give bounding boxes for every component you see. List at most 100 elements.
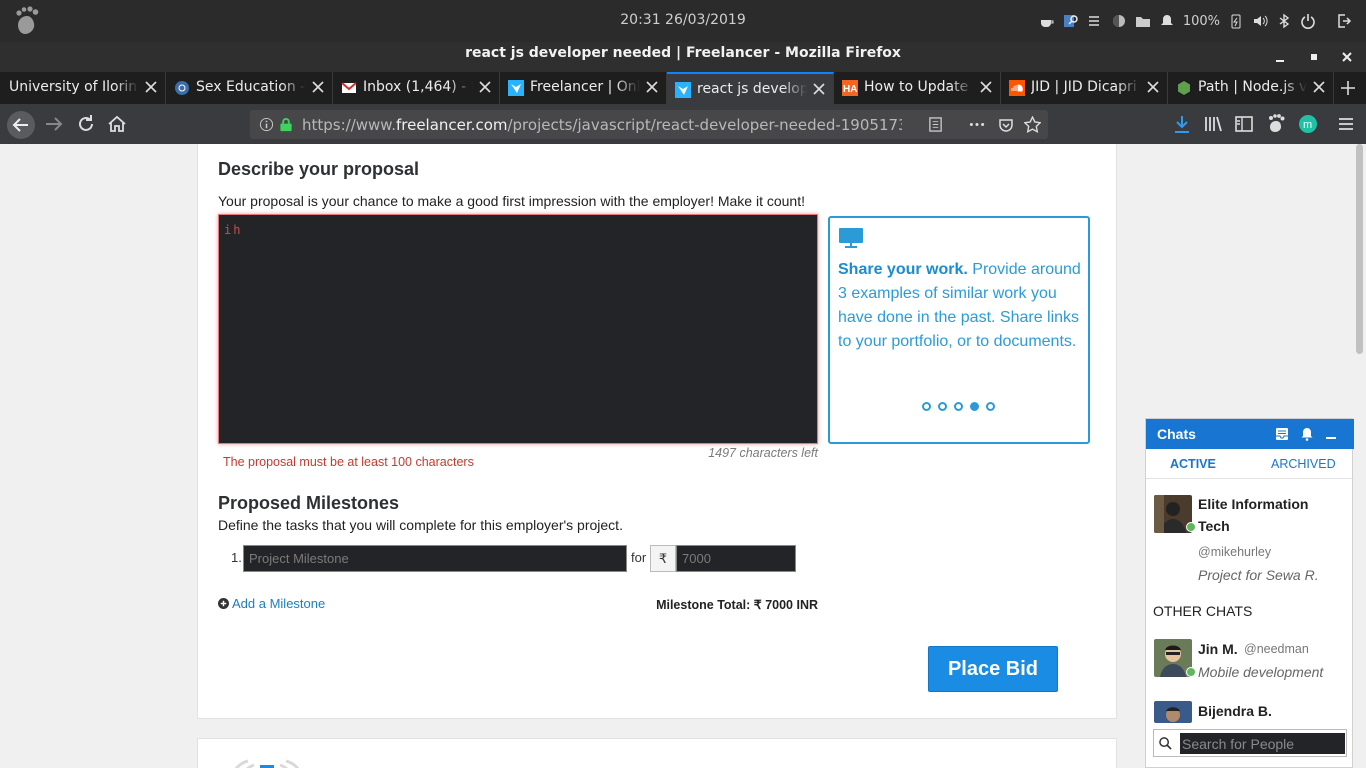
- battery-percentage[interactable]: 100%: [1183, 14, 1220, 29]
- minimize-chat-icon[interactable]: [1324, 427, 1338, 441]
- url-bar[interactable]: https://www.freelancer.com/projects/java…: [250, 110, 1048, 139]
- power-icon[interactable]: [1300, 13, 1316, 29]
- url-text[interactable]: https://www.freelancer.com/projects/java…: [302, 116, 902, 134]
- tab-how-to-update[interactable]: HA How to Update t: [834, 72, 1001, 104]
- milestone-total: Milestone Total: ₹ 7000 INR: [656, 598, 818, 612]
- carousel-dot[interactable]: [938, 402, 947, 411]
- tab-label: Path | Node.js v: [1198, 79, 1307, 95]
- minimize-icon[interactable]: [1273, 50, 1287, 64]
- monitor-icon: [839, 228, 863, 248]
- downloads-icon[interactable]: [1170, 112, 1194, 136]
- mendeley-extension-icon[interactable]: m: [1296, 112, 1320, 136]
- page-scrollbar[interactable]: [1353, 144, 1366, 768]
- tab-jid-dicaprio[interactable]: JID | JID Dicapri: [1001, 72, 1168, 104]
- chat-contact-name: Jin M.: [1198, 641, 1238, 657]
- scrollbar-thumb[interactable]: [1356, 144, 1363, 354]
- sidebar-icon[interactable]: [1232, 112, 1256, 136]
- tab-label: JID | JID Dicapri: [1031, 79, 1141, 95]
- chat-title: Chats: [1157, 426, 1196, 442]
- tab-label: How to Update t: [864, 79, 974, 95]
- proposal-subtext: Your proposal is your chance to make a g…: [218, 193, 805, 209]
- tip-title: Share your work.: [838, 261, 968, 278]
- tab-react-js-developer[interactable]: react js develop: [667, 72, 834, 104]
- back-icon[interactable]: [6, 110, 36, 140]
- tab-freelancer-online[interactable]: Freelancer | Onl: [500, 72, 667, 104]
- window-title: react js developer needed | Freelancer -…: [465, 45, 901, 61]
- search-people-input[interactable]: [1180, 733, 1345, 754]
- milestone-description-input[interactable]: [243, 545, 627, 572]
- tab-label: Inbox (1,464) - t: [363, 79, 473, 95]
- tab-university-of-ilorin[interactable]: University of Ilorin: [0, 72, 166, 104]
- battery-icon[interactable]: [1228, 13, 1244, 29]
- proposal-textarea[interactable]: ih: [218, 214, 818, 444]
- tab-path-nodejs[interactable]: Path | Node.js v: [1168, 72, 1334, 104]
- chat-tabs: ACTIVE ARCHIVED: [1146, 449, 1354, 479]
- milestones-subtext: Define the tasks that you will complete …: [218, 517, 623, 533]
- inbox-icon[interactable]: [1275, 427, 1289, 441]
- url-path: /projects/javascript/react-developer-nee…: [507, 116, 902, 134]
- volume-icon[interactable]: [1252, 13, 1268, 29]
- milestone-for-label: for: [631, 550, 647, 565]
- tab-close-icon[interactable]: [1313, 81, 1325, 93]
- window-title-bar: react js developer needed | Freelancer -…: [0, 42, 1366, 72]
- other-chats-heading: OTHER CHATS: [1153, 603, 1253, 619]
- svg-text:HA: HA: [843, 84, 857, 95]
- night-light-icon[interactable]: [1111, 13, 1127, 29]
- chat-header[interactable]: Chats: [1146, 419, 1354, 449]
- chat-panel: Chats ACTIVE ARCHIVED Elite Information …: [1145, 418, 1354, 768]
- avatar: [1154, 701, 1192, 723]
- page-actions-icon[interactable]: [968, 117, 986, 132]
- pocket-icon[interactable]: [998, 117, 1014, 133]
- library-icon[interactable]: [1201, 112, 1225, 136]
- carousel-dot-active[interactable]: [970, 402, 979, 411]
- info-icon[interactable]: [259, 117, 274, 132]
- tab-label: University of Ilorin: [9, 79, 139, 95]
- tab-close-icon[interactable]: [646, 81, 658, 93]
- milestone-amount-input[interactable]: [676, 545, 796, 572]
- home-icon[interactable]: [105, 112, 129, 136]
- menu-list-icon[interactable]: [1087, 13, 1103, 29]
- plus-circle-icon: [218, 598, 229, 609]
- folder-icon[interactable]: [1135, 13, 1151, 29]
- reload-icon[interactable]: [74, 112, 98, 136]
- chat-search-box: [1153, 729, 1347, 757]
- carousel-dot[interactable]: [922, 402, 931, 411]
- bell-icon[interactable]: [1300, 427, 1314, 441]
- notification-bell-icon[interactable]: [1159, 13, 1175, 29]
- tab-inbox[interactable]: Inbox (1,464) - t: [333, 72, 500, 104]
- bookmark-star-icon[interactable]: [1024, 116, 1041, 133]
- system-top-bar: 20:31 26/03/2019 100%: [0, 0, 1366, 42]
- chat-contact-handle: @mikehurley: [1198, 545, 1272, 559]
- add-milestone-link[interactable]: Add a Milestone: [218, 596, 325, 611]
- tab-close-icon[interactable]: [312, 81, 324, 93]
- dictionary-search-icon[interactable]: [1063, 13, 1079, 29]
- tab-sex-education[interactable]: Sex Education - t: [166, 72, 333, 104]
- characters-left-counter: 1497 characters left: [708, 446, 818, 460]
- tab-close-icon[interactable]: [980, 81, 992, 93]
- tab-close-icon[interactable]: [813, 83, 825, 95]
- new-tab-icon[interactable]: [1340, 80, 1356, 96]
- tab-label: Freelancer | Onl: [530, 79, 640, 95]
- web-page: Describe your proposal Your proposal is …: [0, 144, 1366, 768]
- tab-archived-chats[interactable]: ARCHIVED: [1271, 457, 1336, 471]
- maximize-icon[interactable]: [1307, 50, 1321, 64]
- gnome-extension-icon[interactable]: [1264, 112, 1288, 136]
- forward-icon[interactable]: [42, 112, 66, 136]
- bluetooth-icon[interactable]: [1276, 13, 1292, 29]
- milestones-heading: Proposed Milestones: [218, 493, 400, 513]
- chat-project: Project for Sewa R.: [1198, 567, 1319, 583]
- coffee-icon[interactable]: [1039, 13, 1055, 29]
- reader-view-icon[interactable]: [928, 117, 943, 132]
- globe-icon: [175, 81, 189, 95]
- tab-close-icon[interactable]: [1147, 81, 1159, 93]
- close-window-icon[interactable]: [1340, 50, 1354, 64]
- carousel-dot[interactable]: [986, 402, 995, 411]
- tab-close-icon[interactable]: [479, 81, 491, 93]
- carousel-dot[interactable]: [954, 402, 963, 411]
- place-bid-button[interactable]: Place Bid: [928, 646, 1058, 692]
- logout-icon[interactable]: [1336, 13, 1352, 29]
- hamburger-menu-icon[interactable]: [1334, 112, 1358, 136]
- tab-active-chats[interactable]: ACTIVE: [1170, 457, 1216, 471]
- tab-close-icon[interactable]: [145, 81, 157, 93]
- lock-icon[interactable]: [279, 117, 293, 132]
